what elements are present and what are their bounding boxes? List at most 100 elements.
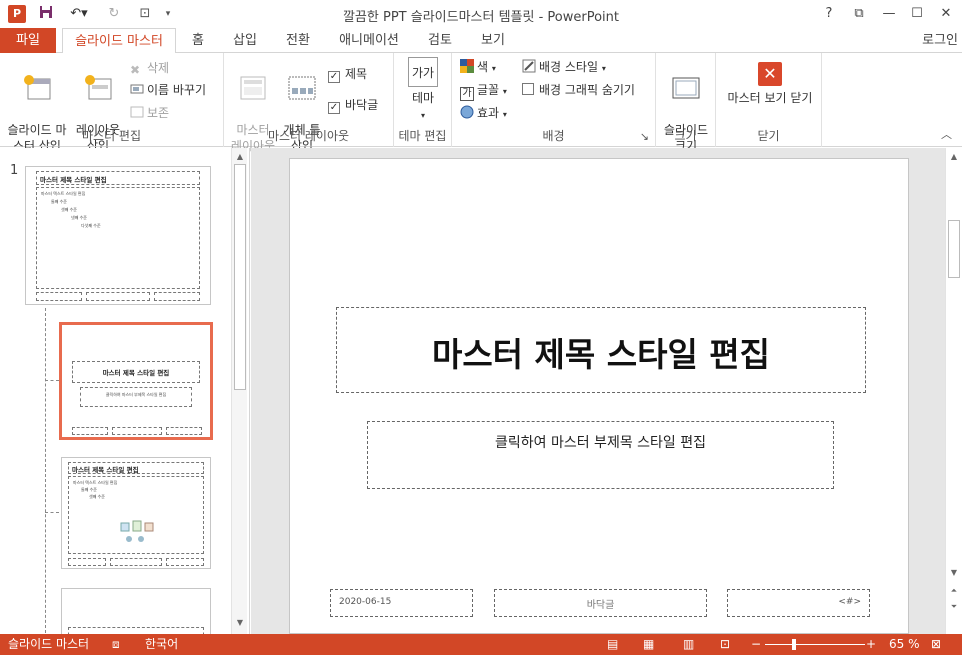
group-size: 슬라이드 크기 크기 (656, 53, 716, 153)
group-master-edit: 슬라이드 마 스터 삽입 레이아웃 삽입 ✖ 삭제 이름 바꾸기 보존 마스터 편… (0, 53, 224, 153)
previous-slide-icon[interactable]: ⏶ (946, 584, 962, 598)
tab-slide-master[interactable]: 슬라이드 마스터 (62, 28, 176, 54)
mini-number-box (166, 427, 202, 435)
mini-content-icons (120, 520, 154, 542)
mini-body-box: 마스터 텍스트 스타일 편집 둘째 수준 셋째 수준 (68, 476, 204, 554)
zoom-level[interactable]: 65 % (889, 634, 920, 655)
effects-button[interactable]: 효과 ▾ (460, 104, 507, 122)
fonts-icon: 가 (460, 87, 474, 101)
footer-check-icon: ✓ (328, 102, 340, 114)
scroll-down-icon[interactable]: ▼ (232, 616, 248, 630)
thumbnail-scrollbar[interactable]: ▲ ▼ (231, 148, 247, 634)
theme-button[interactable]: 가가 테마 ▾ (400, 57, 446, 124)
group-label-close: 닫기 (757, 129, 780, 143)
zoom-in-icon[interactable]: + (866, 634, 876, 655)
help-button[interactable]: ? (818, 4, 840, 24)
slide-canvas[interactable]: 마스터 제목 스타일 편집 클릭하여 마스터 부제목 스타일 편집 2020-0… (289, 158, 909, 634)
slideshow-icon[interactable]: ⊡ (720, 634, 730, 655)
close-master-view-button[interactable]: ✕ 마스터 보기 닫기 (720, 57, 820, 106)
scroll-up-icon[interactable]: ▲ (232, 150, 248, 164)
master-layout-icon (240, 76, 266, 100)
slide-number-text: <#> (838, 597, 861, 607)
mini-date-box (72, 427, 108, 435)
hide-background-check-icon (522, 83, 534, 95)
slide-subtitle-text: 클릭하여 마스터 부제목 스타일 편집 (495, 435, 706, 451)
next-slide-icon[interactable]: ⏷ (946, 600, 962, 614)
close-button[interactable]: ✕ (935, 4, 957, 24)
insert-placeholder-icon (288, 76, 316, 100)
layout-thumbnail-content[interactable]: 마스터 제목 스타일 편집 마스터 텍스트 스타일 편집 둘째 수준 셋째 수준 (61, 457, 211, 569)
tab-animations[interactable]: 애니메이션 (333, 28, 405, 53)
fonts-button[interactable]: 가 글꼴 ▾ (460, 81, 507, 101)
title-placeholder[interactable]: 마스터 제목 스타일 편집 (336, 307, 866, 393)
mini-date-box (36, 292, 82, 301)
footer-checkbox[interactable]: ✓ 바닥글 (328, 96, 378, 114)
subtitle-placeholder[interactable]: 클릭하여 마스터 부제목 스타일 편집 (367, 421, 834, 489)
delete-button[interactable]: ✖ 삭제 (130, 59, 169, 77)
editor-scrollbar[interactable]: ▲ ▼ ⏶ ⏷ (945, 148, 961, 634)
layout-thumbnail-title[interactable]: 마스터 제목 스타일 편집 클릭하여 마스터 부제목 스타일 편집 (59, 322, 213, 440)
tab-view[interactable]: 보기 (474, 28, 512, 53)
mini-number-box (154, 292, 200, 301)
group-theme-edit: 가가 테마 ▾ 테마 편집 (394, 53, 452, 147)
zoom-out-icon[interactable]: − (751, 634, 761, 655)
tab-transitions[interactable]: 전환 (279, 28, 317, 53)
mini-number-box (166, 558, 204, 566)
mini-title-box: 마스터 제목 스타일 편집 (72, 361, 200, 383)
rename-icon (130, 82, 144, 96)
spelling-icon[interactable]: ⧈ (112, 634, 120, 655)
ribbon-display-button[interactable]: ⧉ (848, 4, 870, 24)
group-close: ✕ 마스터 보기 닫기 닫기 (716, 53, 822, 147)
close-master-icon: ✕ (758, 62, 782, 86)
footer-placeholder[interactable]: 바닥글 (494, 589, 707, 617)
group-label-theme-edit: 테마 편집 (398, 129, 447, 143)
collapse-ribbon-icon[interactable]: ︿ (941, 126, 952, 142)
zoom-slider-knob[interactable] (792, 639, 796, 650)
normal-view-icon[interactable]: ▤ (607, 634, 618, 655)
tab-home[interactable]: 홈 (184, 28, 212, 53)
title-checkbox[interactable]: ✓ 제목 (328, 65, 367, 83)
rename-button[interactable]: 이름 바꾸기 (130, 81, 206, 99)
slide-title-text: 마스터 제목 스타일 편집 (431, 335, 771, 374)
status-bar: 슬라이드 마스터 ⧈ 한국어 ▤ ▦ ▥ ⊡ − + 65 % ⊠ (0, 634, 962, 655)
language-indicator[interactable]: 한국어 (145, 634, 178, 655)
hide-background-graphics-checkbox[interactable]: 배경 그래픽 숨기기 (522, 81, 635, 99)
fit-to-window-icon[interactable]: ⊠ (931, 634, 941, 655)
theme-icon: 가가 (408, 57, 438, 87)
tab-file[interactable]: 파일 (0, 28, 56, 53)
master-thumbnail[interactable]: 마스터 제목 스타일 편집 마스터 텍스트 스타일 편집 둘째 수준 셋째 수준… (25, 166, 211, 305)
scroll-up-icon[interactable]: ▲ (946, 150, 962, 164)
preserve-button[interactable]: 보존 (130, 104, 169, 122)
login-link[interactable]: 로그인 (922, 28, 958, 53)
layout-thumbnail-section[interactable] (61, 588, 211, 634)
slide-number: 1 (10, 163, 19, 178)
mini-footer-box (86, 292, 150, 301)
maximize-button[interactable]: ☐ (906, 4, 928, 24)
layout-connector (45, 512, 59, 513)
group-label-background: 배경 (542, 129, 565, 143)
slide-editor: 마스터 제목 스타일 편집 클릭하여 마스터 부제목 스타일 편집 2020-0… (251, 148, 945, 634)
slide-number-placeholder[interactable]: <#> (727, 589, 870, 617)
mini-footer-box (112, 427, 162, 435)
group-label-master-edit: 마스터 편집 (81, 129, 141, 143)
mini-title-box: 마스터 제목 스타일 편집 (68, 462, 204, 474)
slide-sorter-icon[interactable]: ▦ (643, 634, 654, 655)
background-styles-button[interactable]: 배경 스타일 ▾ (522, 58, 606, 76)
minimize-button[interactable]: — (878, 4, 900, 24)
colors-button[interactable]: 색 ▾ (460, 58, 496, 76)
scrollbar-thumb[interactable] (234, 164, 246, 390)
zoom-slider[interactable] (765, 644, 865, 645)
group-background: 색 ▾ 가 글꼴 ▾ 효과 ▾ 배경 스타일 ▾ 배경 그래픽 숨기기 배경 ↘ (452, 53, 656, 147)
effects-icon (460, 105, 474, 119)
layout-connector (45, 380, 59, 381)
background-dialog-launcher-icon[interactable]: ↘ (640, 130, 649, 143)
reading-view-icon[interactable]: ▥ (683, 634, 694, 655)
tab-insert[interactable]: 삽입 (226, 28, 264, 53)
tab-review[interactable]: 검토 (421, 28, 459, 53)
scroll-down-icon[interactable]: ▼ (946, 566, 962, 580)
date-placeholder[interactable]: 2020-06-15 (330, 589, 473, 617)
scrollbar-thumb[interactable] (948, 220, 960, 278)
view-indicator: 슬라이드 마스터 (8, 637, 90, 651)
delete-icon: ✖ (130, 63, 141, 77)
group-label-master-layout: 마스터 레이아웃 (267, 129, 350, 143)
